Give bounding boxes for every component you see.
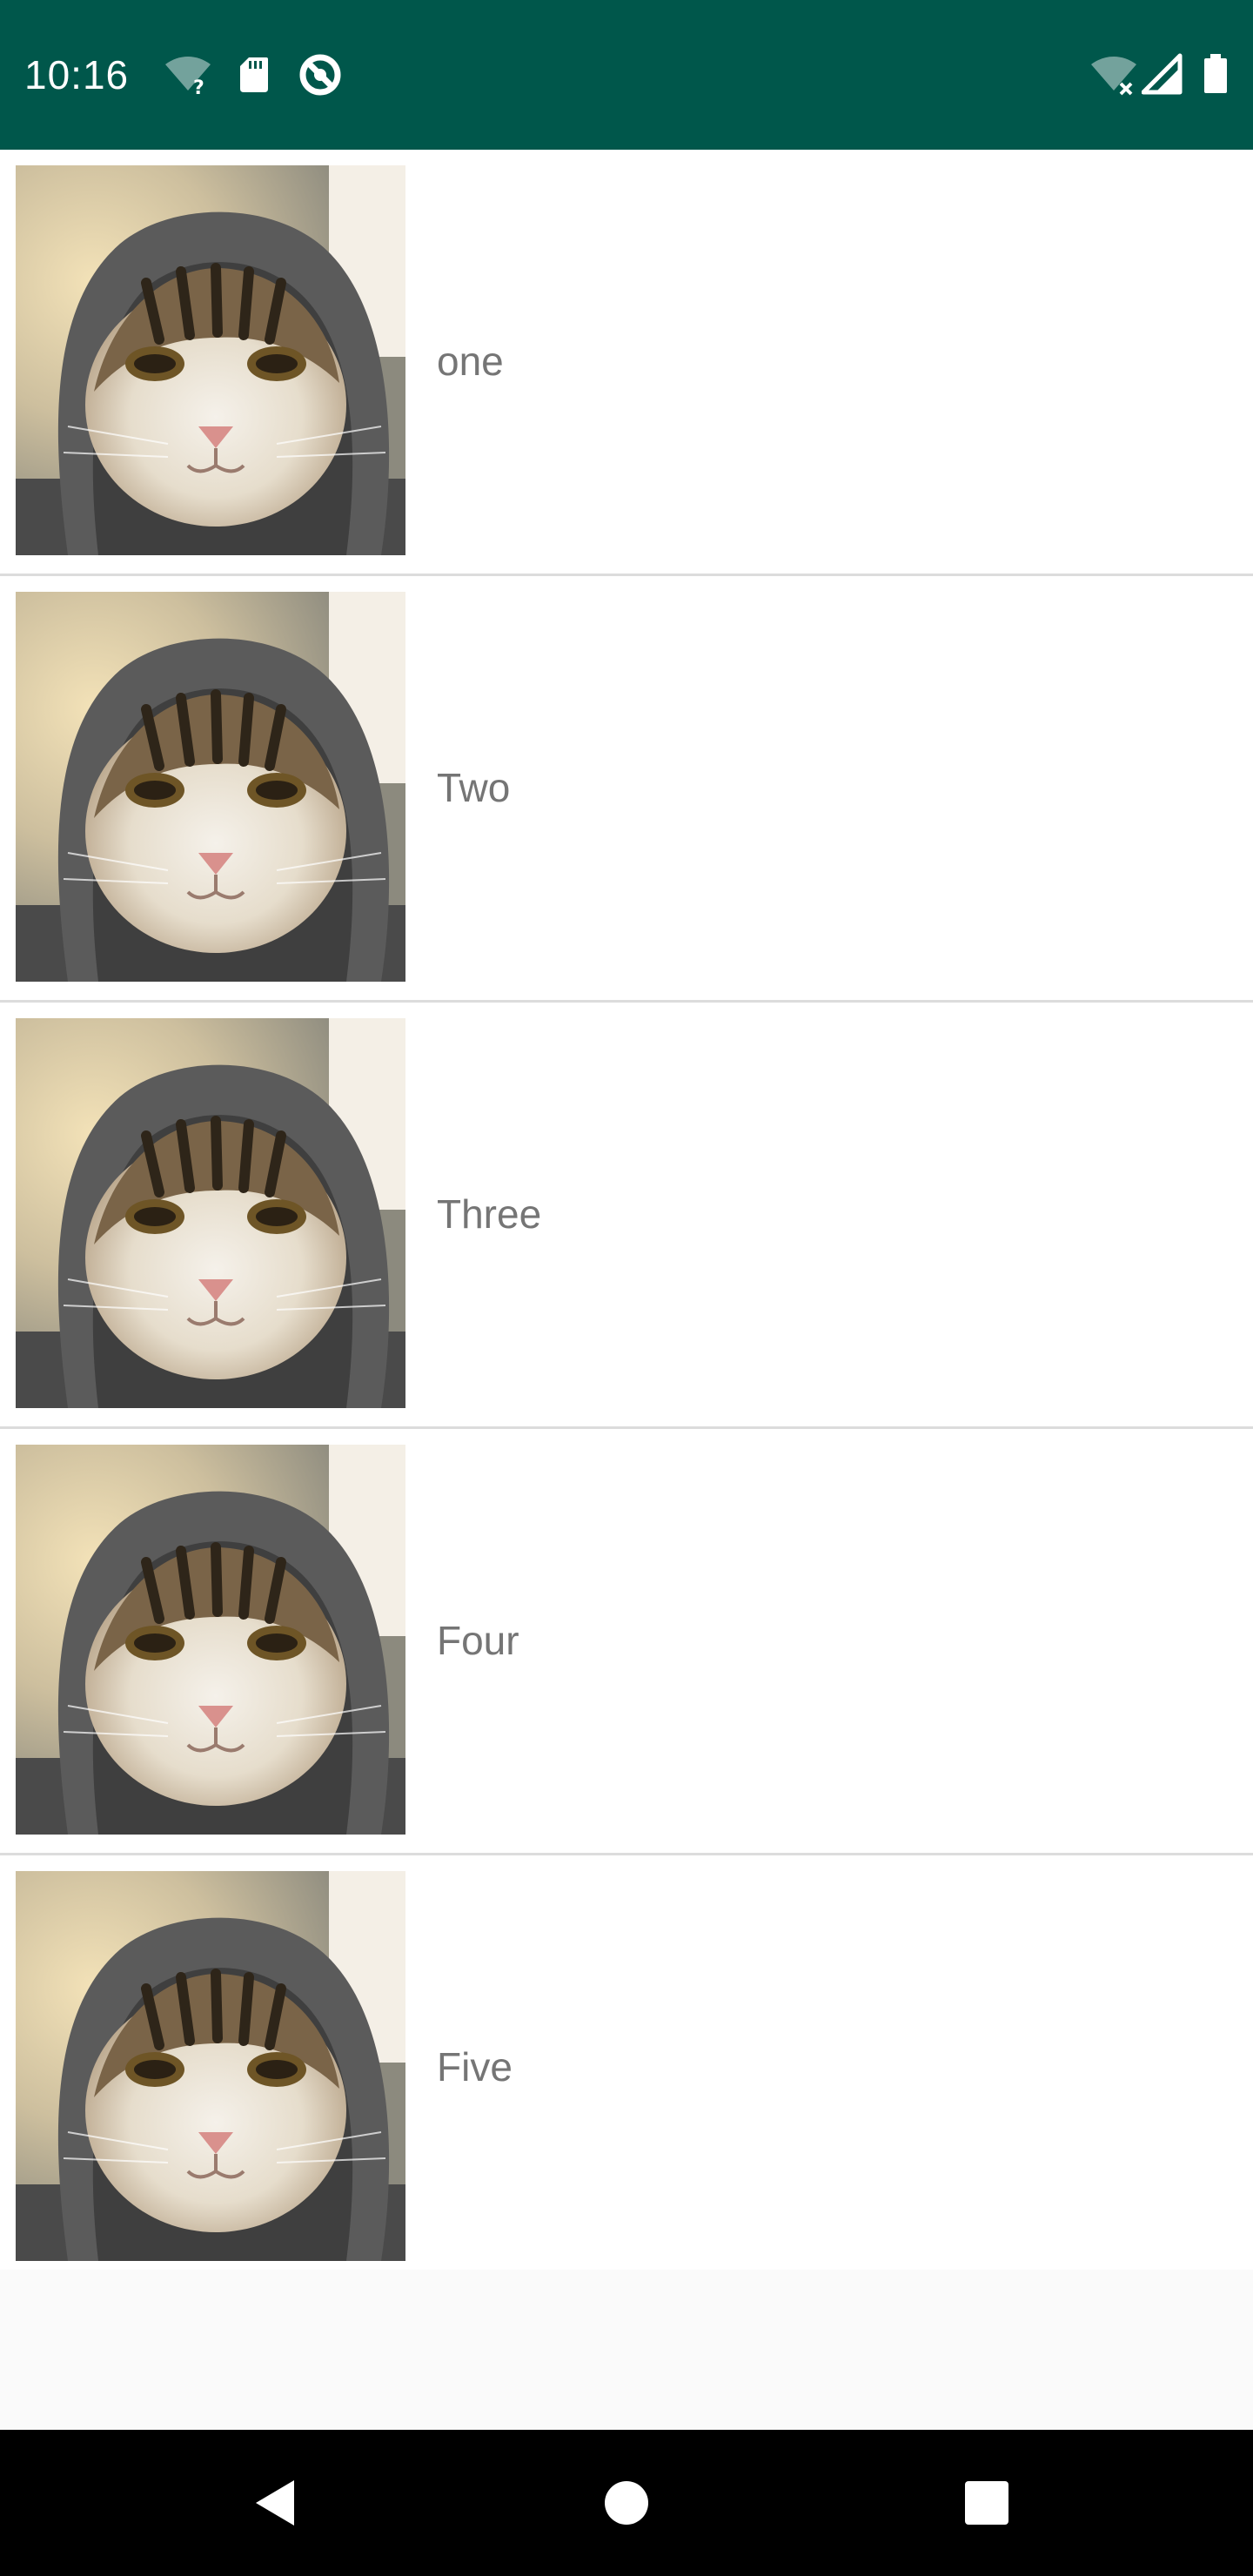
cat-thumbnail [16,1445,405,1835]
list-item-label: Two [437,765,511,810]
cat-thumbnail [16,1018,405,1408]
list-item[interactable]: Five [0,1855,1253,2279]
item-list: one Two Three Four Five [0,150,1253,2270]
battery-icon [1201,50,1230,99]
data-saver-icon [296,50,345,99]
status-bar: 10:16 ? [0,0,1253,150]
cell-signal-icon [1142,50,1183,99]
back-icon[interactable] [244,2468,313,2538]
list-item-label: Four [437,1618,519,1663]
status-time: 10:16 [24,52,130,97]
list-item[interactable]: one [0,150,1253,576]
wifi-off-icon [1089,50,1138,99]
cat-thumbnail [16,165,405,555]
recents-icon[interactable] [952,2468,1022,2538]
wifi-unknown-icon: ? [164,50,212,99]
list-item-label: one [437,339,504,384]
navigation-bar [0,2430,1253,2576]
list-item[interactable]: Two [0,576,1253,1003]
list-item[interactable]: Three [0,1003,1253,1429]
list-item[interactable]: Four [0,1429,1253,1855]
cat-thumbnail [16,1871,405,2261]
sd-card-icon [237,50,271,99]
list-item-label: Five [437,2044,513,2090]
home-icon[interactable] [592,2468,661,2538]
list-item-label: Three [437,1191,542,1237]
cat-thumbnail [16,592,405,982]
svg-text:?: ? [193,77,204,99]
